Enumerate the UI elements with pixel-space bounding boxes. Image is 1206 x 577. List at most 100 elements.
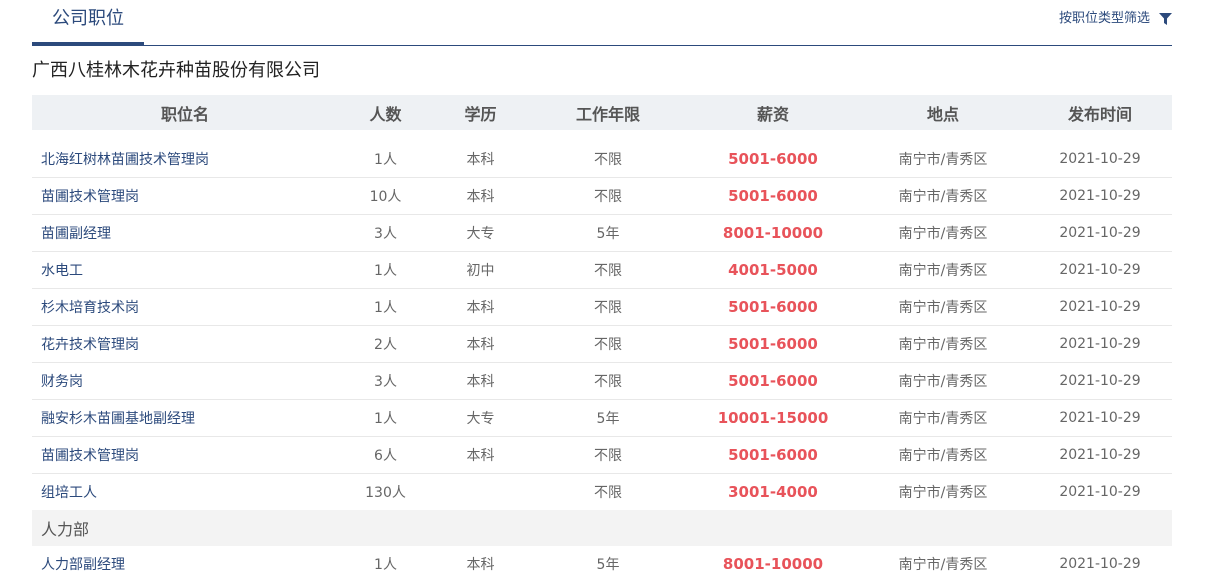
experience: 5年: [596, 226, 620, 242]
salary-cell: 10001-15000: [688, 409, 858, 427]
education: 本科: [466, 448, 495, 464]
job-title-link[interactable]: 人力部副经理: [41, 557, 125, 573]
salary: 8001-10000: [722, 555, 824, 573]
publish-date-cell: 2021-10-29: [1028, 447, 1172, 463]
job-title-cell: 组培工人: [32, 482, 338, 502]
location-cell: 南宁市/青秀区: [858, 554, 1028, 574]
publish-date-cell: 2021-10-29: [1028, 373, 1172, 389]
publish-date-cell: 2021-10-29: [1028, 410, 1172, 426]
job-title-link[interactable]: 苗圃技术管理岗: [41, 448, 139, 464]
table-row: 苗圃副经理 3人 大专 5年 8001-10000 南宁市/青秀区 2021-10-29: [32, 215, 1172, 252]
location: 南宁市/青秀区: [898, 448, 988, 464]
headcount: 1人: [374, 263, 397, 279]
publish-date-cell: 2021-10-29: [1028, 299, 1172, 315]
job-title-cell: 苗圃技术管理岗: [32, 445, 338, 465]
location-cell: 南宁市/青秀区: [858, 223, 1028, 243]
salary-cell: 3001-4000: [688, 483, 858, 501]
job-title-link[interactable]: 杉木培育技术岗: [41, 300, 139, 316]
education: 初中: [466, 263, 495, 279]
location-cell: 南宁市/青秀区: [858, 334, 1028, 354]
salary: 5001-6000: [728, 335, 818, 353]
education-cell: 本科: [433, 186, 528, 206]
column-header-date: 发布时间: [1067, 104, 1132, 124]
positions-table: 职位名 人数 学历 工作年限 薪资 地点 发布时间 北海红树林苗圃技术管理岗 1人…: [32, 95, 1172, 577]
location: 南宁市/青秀区: [898, 189, 988, 205]
salary-cell: 5001-6000: [688, 150, 858, 168]
column-header-salary: 薪资: [756, 104, 789, 124]
salary: 5001-6000: [728, 446, 818, 464]
publish-date: 2021-10-29: [1059, 151, 1141, 167]
salary: 5001-6000: [728, 150, 818, 168]
experience-cell: 不限: [528, 445, 688, 465]
publish-date: 2021-10-29: [1059, 556, 1141, 572]
page: 公司职位 按职位类型筛选 广西八桂林木花卉种苗股份有限公司 职位名 人数 学历 …: [0, 0, 1206, 577]
table-body: 北海红树林苗圃技术管理岗 1人 本科 不限 5001-6000 南宁市/青秀区 2021-1…: [32, 130, 1172, 577]
job-title-cell: 北海红树林苗圃技术管理岗: [32, 149, 338, 169]
experience: 不限: [594, 152, 622, 168]
table-row: 苗圃技术管理岗 10人 本科 不限 5001-6000 南宁市/青秀区 2021-10-29: [32, 178, 1172, 215]
headcount-cell: 3人: [338, 371, 433, 391]
experience: 不限: [594, 263, 622, 279]
publish-date: 2021-10-29: [1059, 447, 1141, 463]
experience-cell: 不限: [528, 371, 688, 391]
table-row: 融安杉木苗圃基地副经理 1人 大专 5年 10001-15000 南宁市/青秀区 2021-…: [32, 400, 1172, 437]
table-row: 苗圃技术管理岗 6人 本科 不限 5001-6000 南宁市/青秀区 2021-10-29: [32, 437, 1172, 474]
location: 南宁市/青秀区: [898, 263, 988, 279]
job-title-cell: 苗圃技术管理岗: [32, 186, 338, 206]
table-row: 财务岗 3人 本科 不限 5001-6000 南宁市/青秀区 2021-10-29: [32, 363, 1172, 400]
job-title-cell: 花卉技术管理岗: [32, 334, 338, 354]
column-header-location: 地点: [926, 104, 959, 124]
headcount-cell: 3人: [338, 223, 433, 243]
location: 南宁市/青秀区: [898, 485, 988, 501]
education: 大专: [466, 411, 495, 427]
tab-company-positions[interactable]: 公司职位: [32, 0, 144, 45]
experience: 不限: [594, 448, 622, 464]
publish-date: 2021-10-29: [1059, 299, 1141, 315]
headcount: 1人: [374, 411, 397, 427]
job-title-link[interactable]: 水电工: [41, 263, 83, 279]
location-cell: 南宁市/青秀区: [858, 186, 1028, 206]
publish-date-cell: 2021-10-29: [1028, 484, 1172, 500]
publish-date: 2021-10-29: [1059, 410, 1141, 426]
job-title-cell: 融安杉木苗圃基地副经理: [32, 408, 338, 428]
headcount-cell: 130人: [338, 482, 433, 502]
table-row: 杉木培育技术岗 1人 本科 不限 5001-6000 南宁市/青秀区 2021-10-29: [32, 289, 1172, 326]
job-title-cell: 杉木培育技术岗: [32, 297, 338, 317]
location: 南宁市/青秀区: [898, 300, 988, 316]
table-row: 组培工人 130人 不限 3001-4000 南宁市/青秀区 2021-10-29: [32, 474, 1172, 510]
experience-cell: 5年: [528, 223, 688, 243]
column-header-experience: 工作年限: [575, 104, 640, 124]
education-cell: 大专: [433, 223, 528, 243]
location-cell: 南宁市/青秀区: [858, 482, 1028, 502]
experience: 5年: [596, 411, 620, 427]
publish-date-cell: 2021-10-29: [1028, 556, 1172, 572]
salary-cell: 5001-6000: [688, 298, 858, 316]
salary-cell: 5001-6000: [688, 187, 858, 205]
education-cell: 初中: [433, 260, 528, 280]
job-title-link[interactable]: 组培工人: [41, 485, 97, 501]
filter-by-position-type[interactable]: 按职位类型筛选: [1059, 9, 1172, 29]
job-title-link[interactable]: 苗圃副经理: [41, 226, 111, 242]
publish-date-cell: 2021-10-29: [1028, 225, 1172, 241]
education-cell: 本科: [433, 554, 528, 574]
job-title-link[interactable]: 财务岗: [41, 374, 83, 390]
experience: 不限: [594, 374, 622, 390]
table-row: 花卉技术管理岗 2人 本科 不限 5001-6000 南宁市/青秀区 2021-10-29: [32, 326, 1172, 363]
education: 本科: [466, 557, 495, 573]
publish-date-cell: 2021-10-29: [1028, 336, 1172, 352]
salary: 8001-10000: [722, 224, 824, 242]
salary-cell: 5001-6000: [688, 335, 858, 353]
experience: 5年: [596, 557, 620, 573]
experience-cell: 不限: [528, 186, 688, 206]
job-title-link[interactable]: 北海红树林苗圃技术管理岗: [41, 152, 209, 168]
salary-cell: 5001-6000: [688, 446, 858, 464]
salary-cell: 8001-10000: [688, 555, 858, 573]
job-title-link[interactable]: 苗圃技术管理岗: [41, 189, 139, 205]
location-cell: 南宁市/青秀区: [858, 408, 1028, 428]
headcount: 2人: [374, 337, 397, 353]
job-title-link[interactable]: 融安杉木苗圃基地副经理: [41, 411, 195, 427]
location-cell: 南宁市/青秀区: [858, 260, 1028, 280]
job-title-link[interactable]: 花卉技术管理岗: [41, 337, 139, 353]
salary-cell: 4001-5000: [688, 261, 858, 279]
location: 南宁市/青秀区: [898, 374, 988, 390]
